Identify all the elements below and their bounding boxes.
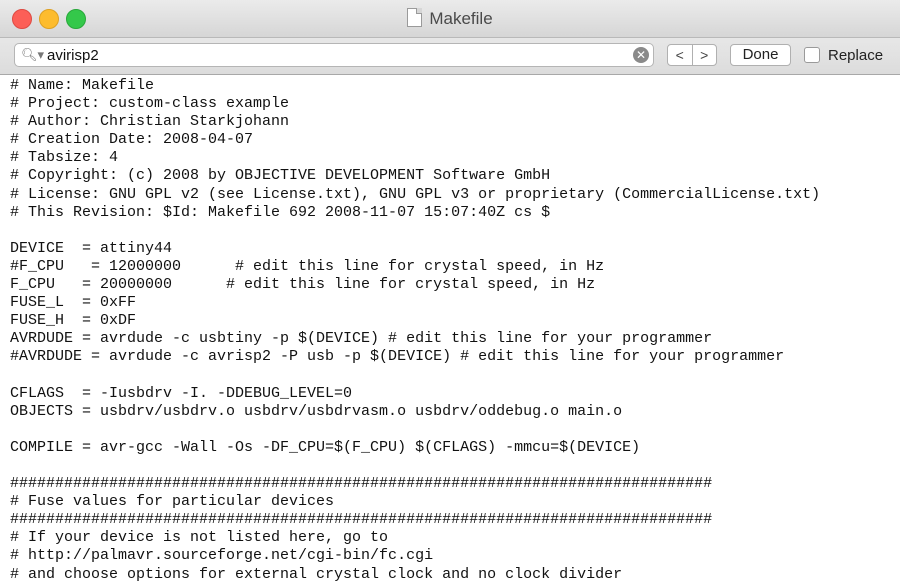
code-line: ########################################… — [10, 511, 713, 529]
code-line: COMPILE = avr-gcc -Wall -Os -DF_CPU=$(F_… — [10, 438, 641, 456]
code-line: # This Revision: $Id: Makefile 692 2008-… — [10, 203, 551, 221]
window-title: Makefile — [429, 9, 493, 28]
code-line: FUSE_H = 0xDF — [10, 312, 137, 330]
search-icon[interactable]: 🔍︎▾ — [21, 47, 44, 63]
code-line: ########################################… — [10, 475, 713, 493]
code-line: DEVICE = attiny44 — [10, 239, 173, 257]
code-line: AVRDUDE = avrdude -c usbtiny -p $(DEVICE… — [10, 330, 713, 348]
search-field[interactable]: 🔍︎▾ ✕ — [14, 43, 654, 67]
code-line: F_CPU = 20000000 # edit this line for cr… — [10, 276, 596, 294]
text-editor-area[interactable]: # Name: Makefile # Project: custom-class … — [0, 75, 900, 585]
code-line: # http://palmavr.sourceforge.net/cgi-bin… — [10, 547, 434, 565]
code-line: #AVRDUDE = avrdude -c avrisp2 -P usb -p … — [10, 348, 785, 366]
search-input[interactable] — [47, 46, 637, 64]
code-line: # License: GNU GPL v2 (see License.txt),… — [10, 185, 821, 203]
title-bar[interactable]: Makefile — [0, 0, 900, 38]
code-line: # Author: Christian Starkjohann — [10, 113, 290, 131]
code-text[interactable]: # Name: Makefile # Project: custom-class … — [0, 75, 900, 585]
code-line: #F_CPU = 12000000 # edit this line for c… — [10, 257, 605, 275]
find-navigation: < > — [667, 44, 717, 66]
code-line: # Creation Date: 2008-04-07 — [10, 131, 254, 149]
find-previous-button[interactable]: < — [668, 45, 693, 65]
replace-toggle[interactable]: Replace — [804, 45, 883, 65]
code-line: # Copyright: (c) 2008 by OBJECTIVE DEVEL… — [10, 167, 551, 185]
find-bar: 🔍︎▾ ✕ < > Done Replace — [0, 38, 900, 75]
code-line: OBJECTS = usbdrv/usbdrv.o usbdrv/usbdrva… — [10, 402, 623, 420]
window-title-group: Makefile — [0, 8, 900, 29]
replace-checkbox[interactable] — [804, 47, 820, 63]
find-next-button[interactable]: > — [693, 45, 717, 65]
code-line: # Tabsize: 4 — [10, 149, 119, 167]
code-line: # Fuse values for particular devices — [10, 493, 335, 511]
code-line: FUSE_L = 0xFF — [10, 294, 137, 312]
clear-icon[interactable]: ✕ — [633, 47, 649, 63]
code-line: # If your device is not listed here, go … — [10, 529, 389, 547]
code-line: # Name: Makefile — [10, 77, 155, 94]
code-line: # and choose options for external crysta… — [10, 565, 623, 583]
document-icon — [407, 8, 423, 27]
code-line: # Project: custom-class example — [10, 95, 290, 113]
code-line: CFLAGS = -Iusbdrv -I. -DDEBUG_LEVEL=0 — [10, 384, 353, 402]
text-editor-window: Makefile 🔍︎▾ ✕ < > Done Replace # Name: … — [0, 0, 900, 585]
done-button[interactable]: Done — [730, 44, 791, 66]
replace-label: Replace — [828, 46, 884, 64]
